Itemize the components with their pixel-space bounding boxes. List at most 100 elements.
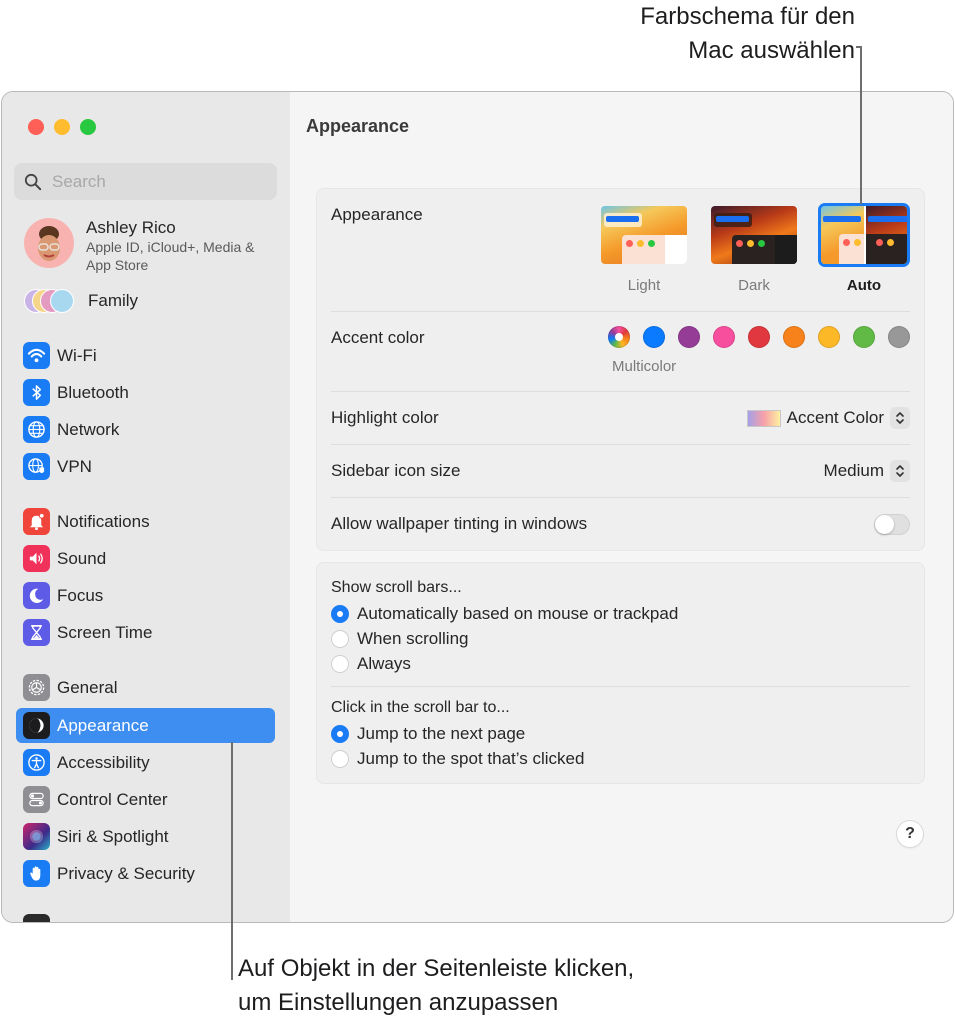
wallpaper-tinting-label: Allow wallpaper tinting in windows <box>331 514 588 533</box>
avatar <box>24 218 74 268</box>
sidebar-item-siri-spotlight[interactable]: Siri & Spotlight <box>16 819 275 854</box>
toggles-icon <box>23 786 50 813</box>
callout-bottom-line2: um Einstellungen anzupassen <box>238 989 559 1016</box>
radio-button-selected <box>331 724 349 743</box>
wifi-icon <box>23 342 50 369</box>
appearance-row: Appearance Light Dark Auto <box>331 189 910 312</box>
light-theme-thumbnail <box>598 203 690 267</box>
accent-blue[interactable] <box>643 326 665 348</box>
sidebar-item-sound[interactable]: Sound <box>16 541 275 576</box>
callout-leader-tick-top <box>856 46 862 48</box>
apple-id-profile[interactable]: Ashley Rico Apple ID, iCloud+, Media & A… <box>24 218 276 274</box>
accent-multicolor[interactable] <box>608 326 630 348</box>
sidebar-item-label: Notifications <box>57 511 150 531</box>
sidebar-icon-size-popup[interactable]: Medium <box>824 460 910 482</box>
speaker-icon <box>23 545 50 572</box>
accent-selected-caption: Multicolor <box>612 358 677 375</box>
accent-color-options <box>608 326 910 348</box>
sidebar-item-control-center[interactable]: Control Center <box>16 782 275 817</box>
content-pane: Appearance Appearance Light Dark Auto Ac… <box>290 92 953 922</box>
accent-orange[interactable] <box>783 326 805 348</box>
theme-name: Light <box>627 277 661 294</box>
sidebar-item-label: Control Center <box>57 789 168 809</box>
radio-label: When scrolling <box>357 628 469 648</box>
radio-scroll-automatic[interactable]: Automatically based on mouse or trackpad <box>331 601 910 626</box>
sidebar-item-network[interactable]: Network <box>16 412 275 447</box>
siri-icon <box>23 823 50 850</box>
radio-scroll-when-scrolling[interactable]: When scrolling <box>331 626 910 651</box>
show-scroll-bars-heading: Show scroll bars... <box>331 579 462 596</box>
sidebar-item-wifi[interactable]: Wi-Fi <box>16 338 275 373</box>
partially-hidden-sidebar-icon <box>23 914 50 922</box>
radio-label: Jump to the next page <box>357 723 526 743</box>
callout-sidebar-click: Auf Objekt in der Seitenleiste klicken, … <box>238 952 634 1020</box>
accent-red[interactable] <box>748 326 770 348</box>
sidebar-item-label: Privacy & Security <box>57 863 195 883</box>
search-input[interactable] <box>52 171 252 192</box>
minimize-button[interactable] <box>54 119 70 135</box>
sidebar-item-focus[interactable]: Focus <box>16 578 275 613</box>
appearance-option-dark[interactable]: Dark <box>708 203 800 294</box>
page-title: Appearance <box>306 116 410 136</box>
accessibility-icon <box>23 749 50 776</box>
theme-name: Dark <box>738 277 770 294</box>
section-divider <box>331 686 910 687</box>
radio-scroll-always[interactable]: Always <box>331 651 910 676</box>
zoom-button[interactable] <box>80 119 96 135</box>
sidebar-item-label: Accessibility <box>57 752 150 772</box>
sidebar-item-label: General <box>57 677 118 697</box>
radio-jump-next-page[interactable]: Jump to the next page <box>331 721 910 746</box>
gear-icon <box>23 674 50 701</box>
accent-graphite[interactable] <box>888 326 910 348</box>
accent-yellow[interactable] <box>818 326 840 348</box>
sidebar-item-label: Bluetooth <box>57 382 129 402</box>
radio-label: Jump to the spot that’s clicked <box>357 748 585 768</box>
wallpaper-tinting-toggle[interactable] <box>874 514 910 535</box>
sidebar-item-label: VPN <box>57 456 92 476</box>
accent-green[interactable] <box>853 326 875 348</box>
highlight-color-label: Highlight color <box>331 408 439 427</box>
close-button[interactable] <box>28 119 44 135</box>
bluetooth-icon <box>23 379 50 406</box>
help-button[interactable]: ? <box>897 821 923 847</box>
chevron-up-down-icon <box>890 407 910 429</box>
family-avatars-icon <box>24 289 78 313</box>
sidebar-item-family[interactable]: Family <box>24 289 138 313</box>
click-scroll-bar-heading: Click in the scroll bar to... <box>331 699 510 716</box>
accent-purple[interactable] <box>678 326 700 348</box>
callout-leader-line-top <box>860 46 862 204</box>
sidebar-item-privacy-security[interactable]: Privacy & Security <box>16 856 275 891</box>
radio-jump-to-spot[interactable]: Jump to the spot that’s clicked <box>331 746 910 771</box>
appearance-option-auto[interactable]: Auto <box>818 203 910 294</box>
callout-top-line2: Mac auswählen <box>688 37 855 64</box>
auto-theme-thumbnail <box>818 203 910 267</box>
sidebar-item-label: Focus <box>57 585 104 605</box>
sidebar-icon-size-label: Sidebar icon size <box>331 461 461 480</box>
sidebar-item-general[interactable]: General <box>16 670 275 705</box>
system-settings-window: Ashley Rico Apple ID, iCloud+, Media & A… <box>1 91 954 923</box>
show-scroll-bars-section: Show scroll bars... Automatically based … <box>317 563 924 783</box>
sidebar-item-notifications[interactable]: Notifications <box>16 504 275 539</box>
search-field[interactable] <box>14 163 277 200</box>
hourglass-icon <box>23 619 50 646</box>
memoji-icon <box>38 226 60 261</box>
sidebar-item-vpn[interactable]: VPN <box>16 449 275 484</box>
callout-top-line1: Farbschema für den <box>640 3 855 30</box>
scroll-bar-settings-group: Show scroll bars... Automatically based … <box>316 562 925 784</box>
globe-icon <box>23 416 50 443</box>
highlight-color-popup[interactable]: Accent Color <box>746 407 910 429</box>
appearance-settings-group: Appearance Light Dark Auto Accent color … <box>316 188 925 551</box>
accent-pink[interactable] <box>713 326 735 348</box>
sidebar-item-appearance[interactable]: Appearance <box>16 708 275 743</box>
sidebar-item-screen-time[interactable]: Screen Time <box>16 615 275 650</box>
sidebar-item-accessibility[interactable]: Accessibility <box>16 745 275 780</box>
sidebar-item-bluetooth[interactable]: Bluetooth <box>16 375 275 410</box>
appearance-label: Appearance <box>331 205 423 224</box>
sidebar: Ashley Rico Apple ID, iCloud+, Media & A… <box>2 92 290 922</box>
radio-button-selected <box>331 604 349 623</box>
profile-subtitle: Apple ID, iCloud+, Media & App Store <box>86 239 255 273</box>
sidebar-icon-size-row: Sidebar icon size Medium <box>331 445 910 498</box>
moon-icon <box>23 582 50 609</box>
callout-color-scheme: Farbschema für den Mac auswählen <box>455 0 855 68</box>
appearance-option-light[interactable]: Light <box>598 203 690 294</box>
